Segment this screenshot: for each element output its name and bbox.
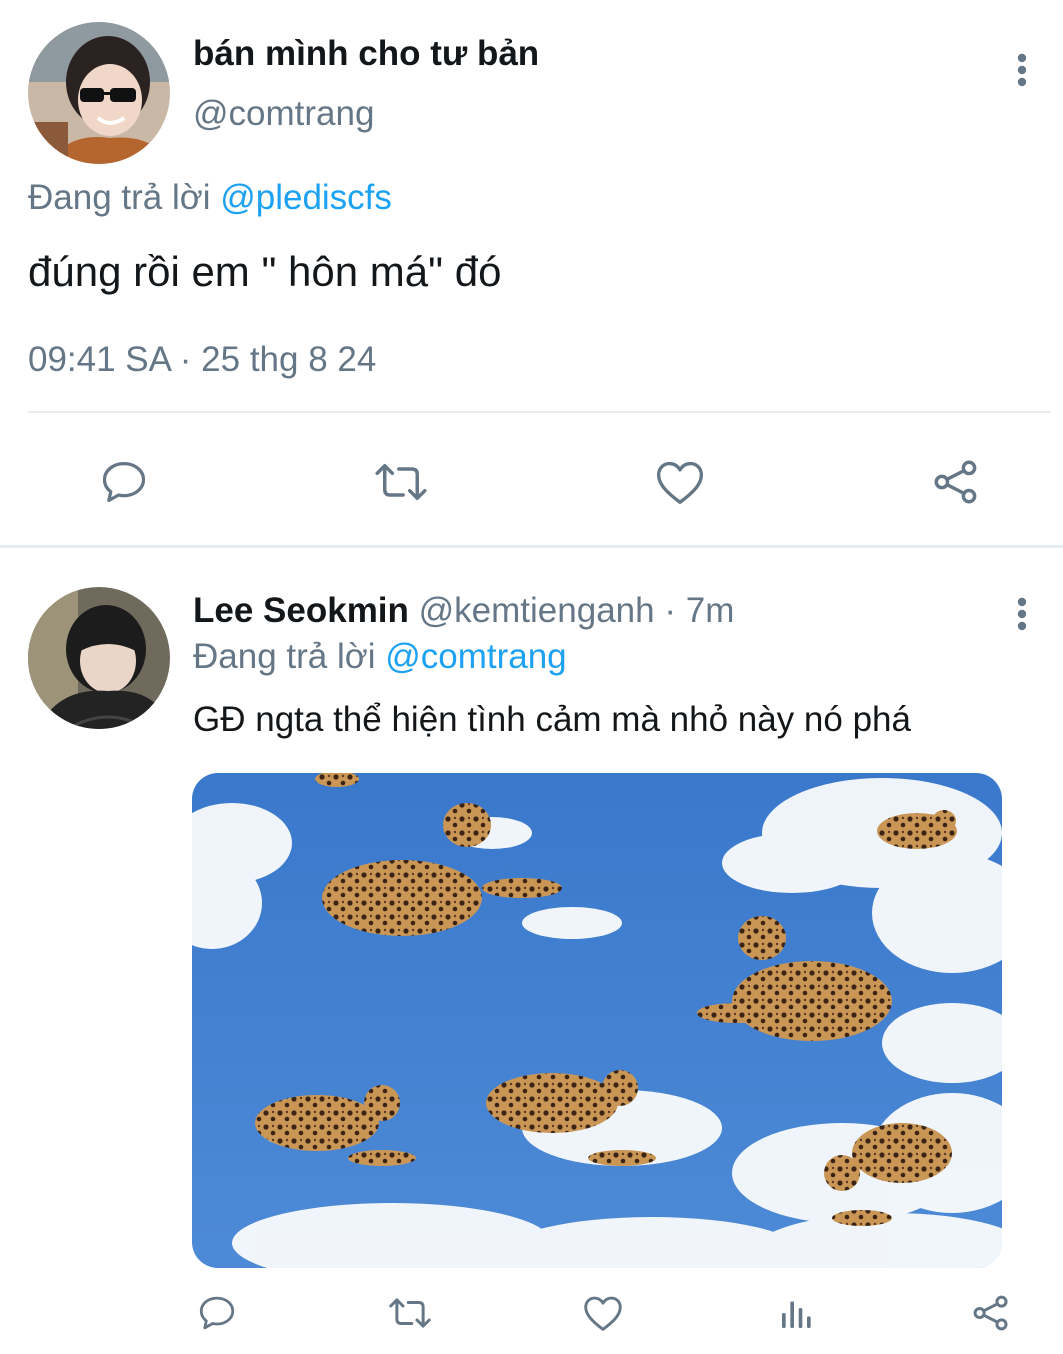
reply-mention-link[interactable]: @comtrang xyxy=(385,637,566,676)
more-options-icon[interactable] xyxy=(1006,50,1038,90)
section-divider xyxy=(0,545,1063,548)
avatar-kemtienganh[interactable] xyxy=(28,587,170,729)
more-options-icon[interactable] xyxy=(1006,594,1038,634)
analytics-icon[interactable] xyxy=(774,1290,820,1336)
reply-prefix: Đang trả lời xyxy=(28,178,211,217)
user-handle: @comtrang xyxy=(193,94,375,133)
tweet-time-ago[interactable]: · 7m xyxy=(664,591,734,630)
tweet-text: GĐ ngta thể hiện tình cảm mà nhỏ này nó … xyxy=(193,700,911,739)
display-name[interactable]: bán mình cho tư bản xyxy=(193,34,539,74)
reply-context: Đang trả lời @comtrang xyxy=(193,637,567,677)
share-icon[interactable] xyxy=(928,454,984,510)
reply-context: Đang trả lời @plediscfs xyxy=(28,178,392,218)
like-icon[interactable] xyxy=(580,1290,626,1336)
share-icon[interactable] xyxy=(968,1290,1014,1336)
reply-mention-link[interactable]: @plediscfs xyxy=(220,178,392,217)
tweet-text: đúng rồi em " hôn má" đó xyxy=(28,248,502,295)
user-handle: @kemtienganh xyxy=(418,591,655,630)
like-icon[interactable] xyxy=(652,454,708,510)
retweet-icon[interactable] xyxy=(370,454,432,510)
tweet-timestamp[interactable]: 09:41 SA · 25 thg 8 24 xyxy=(28,340,376,380)
tweet-header: Lee Seokmin @kemtienganh · 7m xyxy=(193,591,734,631)
reply-icon[interactable] xyxy=(194,1290,240,1336)
reply-icon[interactable] xyxy=(96,454,152,510)
display-name[interactable]: Lee Seokmin xyxy=(193,591,409,630)
reply-prefix: Đang trả lời xyxy=(193,637,376,676)
retweet-icon[interactable] xyxy=(384,1290,436,1336)
avatar-comtrang[interactable] xyxy=(28,22,170,164)
divider xyxy=(28,411,1051,413)
tweet-media-image[interactable] xyxy=(192,773,1002,1268)
